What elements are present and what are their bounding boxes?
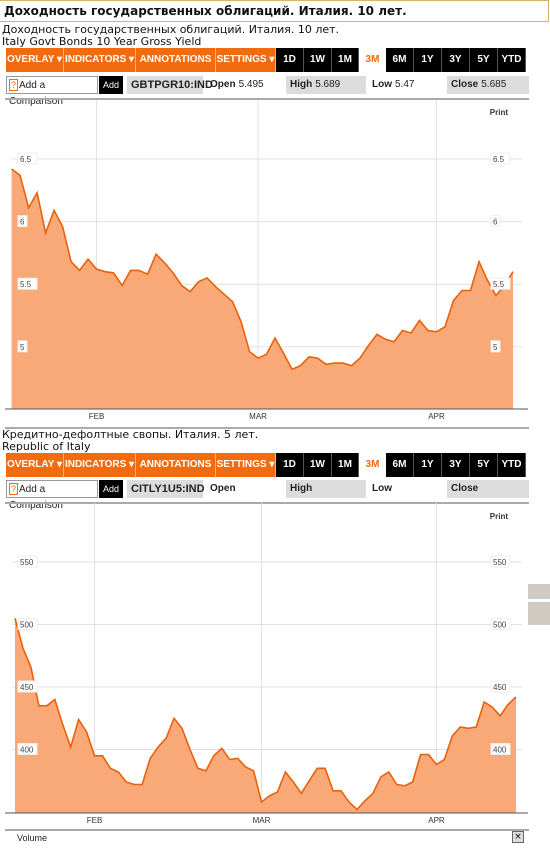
close-value: 5.685 (481, 79, 507, 90)
chart-subtitle: Republic of Italy (2, 440, 91, 453)
range-3y-button[interactable]: 3Y (442, 48, 470, 72)
range-1y-button[interactable]: 1Y (414, 453, 442, 477)
close-quote: Close (447, 480, 529, 498)
y-tick-label-right: 500 (493, 621, 507, 630)
open-label: Open (210, 483, 236, 494)
print-link[interactable]: Print (490, 512, 509, 521)
range-3y-button[interactable]: 3Y (442, 453, 470, 477)
range-ytd-button[interactable]: YTD (498, 48, 526, 72)
high-quote: High 5.689 (286, 76, 366, 94)
close-icon[interactable]: × (512, 831, 524, 843)
range-1w-button[interactable]: 1W (304, 48, 332, 72)
add-comparison-button[interactable]: Add (99, 480, 123, 498)
chart-subtitle: Italy Govt Bonds 10 Year Gross Yield (2, 35, 202, 48)
y-tick-label-right: 400 (493, 746, 507, 755)
area-fill (15, 618, 516, 813)
menu-indicators-button[interactable]: INDICATORS ▾ (64, 453, 136, 477)
y-tick-label-left: 5 (20, 343, 25, 352)
menu-overlay-button[interactable]: OVERLAY ▾ (6, 453, 64, 477)
low-quote: Low (368, 480, 446, 498)
page-title: Доходность государственных облигаций. Ит… (0, 0, 549, 22)
y-tick-label-left: 400 (20, 746, 34, 755)
x-tick-label: FEB (89, 412, 105, 421)
y-tick-label-left: 5.5 (20, 280, 32, 289)
y-tick-label-right: 6 (493, 218, 498, 227)
x-tick-label: MAR (253, 816, 271, 825)
range-1d-button[interactable]: 1D (276, 453, 304, 477)
x-tick-label: MAR (249, 412, 267, 421)
volume-label: Volume (17, 833, 48, 843)
y-tick-label-left: 550 (20, 558, 34, 567)
y-tick-label-right: 550 (493, 558, 507, 567)
range-5y-button[interactable]: 5Y (470, 48, 498, 72)
range-3m-button[interactable]: 3M (359, 453, 386, 477)
x-tick-label: APR (428, 816, 445, 825)
y-tick-label-left: 500 (20, 621, 34, 630)
menu-annotations-button[interactable]: ANNOTATIONS ▾ (136, 453, 216, 494)
y-tick-label-left: 6 (20, 218, 25, 227)
y-tick-label-right: 6.5 (493, 155, 505, 164)
range-1w-button[interactable]: 1W (304, 453, 332, 477)
close-label: Close (451, 483, 479, 494)
close-quote: Close 5.685 (447, 76, 529, 94)
side-tab[interactable] (528, 584, 550, 599)
help-icon[interactable]: ? (9, 79, 19, 91)
range-6m-button[interactable]: 6M (386, 453, 414, 477)
add-comparison-input[interactable]: ? Add a Comparison (6, 76, 98, 107)
x-tick-label: FEB (87, 816, 103, 825)
open-label: Open (210, 79, 236, 90)
low-label: Low (372, 79, 392, 90)
divider (5, 829, 529, 831)
menu-settings-button[interactable]: SETTINGS ▾ (216, 453, 276, 477)
low-quote: Low 5.47 (368, 76, 446, 94)
high-label: High (290, 79, 313, 90)
y-tick-label-left: 6.5 (20, 155, 32, 164)
low-value: 5.47 (395, 79, 415, 90)
x-tick-label: APR (428, 412, 445, 421)
area-fill (11, 169, 513, 409)
range-6m-button[interactable]: 6M (386, 48, 414, 72)
y-tick-label-left: 450 (20, 683, 34, 692)
ticker-label: CITLY1U5:IND (127, 480, 205, 498)
chart-2: 550 550 500 500 450 450 400 400 FEB MAR APR Print (5, 503, 528, 825)
ticker-label: GBTPGR10:IND (127, 76, 213, 94)
range-3m-button[interactable]: 3M (359, 48, 386, 72)
side-tab[interactable] (528, 602, 550, 625)
add-comparison-input[interactable]: ? Add a Comparison (6, 480, 98, 511)
menu-indicators-button[interactable]: INDICATORS ▾ (64, 48, 136, 72)
add-comparison-button[interactable]: Add (99, 76, 123, 94)
high-quote: High (286, 480, 366, 498)
chart-1: 6.5 6.5 6 6 5.5 5.5 5 5 FEB MAR APR Print (5, 100, 528, 421)
menu-settings-button[interactable]: SETTINGS ▾ (216, 48, 276, 72)
range-1m-button[interactable]: 1M (332, 48, 359, 72)
range-5y-button[interactable]: 5Y (470, 453, 498, 477)
help-icon[interactable]: ? (9, 483, 19, 495)
high-value: 5.689 (315, 79, 341, 90)
range-1d-button[interactable]: 1D (276, 48, 304, 72)
close-label: Close (451, 79, 479, 90)
y-tick-label-right: 5 (493, 343, 498, 352)
low-label: Low (372, 483, 392, 494)
menu-annotations-button[interactable]: ANNOTATIONS ▾ (136, 48, 216, 89)
range-ytd-button[interactable]: YTD (498, 453, 526, 477)
y-tick-label-right: 5.5 (493, 280, 505, 289)
open-value: 5.495 (238, 79, 264, 90)
open-quote: Open (206, 480, 286, 498)
high-label: High (290, 483, 313, 494)
range-1m-button[interactable]: 1M (332, 453, 359, 477)
menu-overlay-button[interactable]: OVERLAY ▾ (6, 48, 64, 72)
range-1y-button[interactable]: 1Y (414, 48, 442, 72)
y-tick-label-right: 450 (493, 683, 507, 692)
open-quote: Open 5.495 (206, 76, 286, 94)
print-link[interactable]: Print (490, 108, 509, 117)
